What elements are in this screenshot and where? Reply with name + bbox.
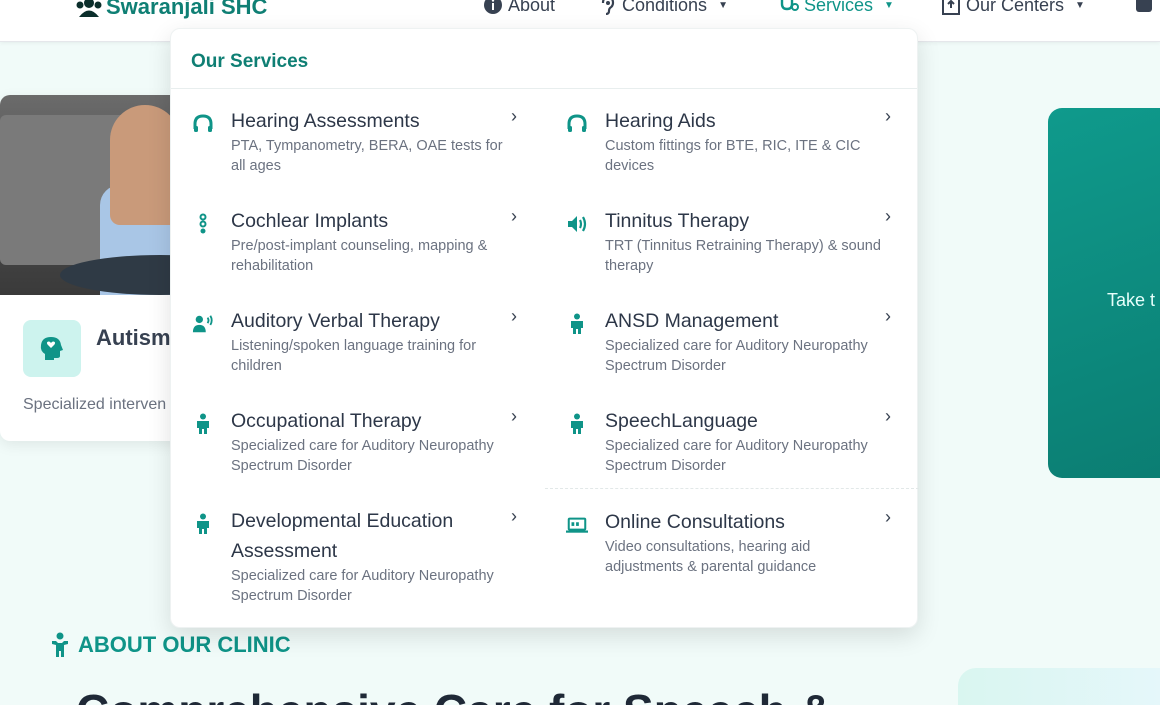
chevron-right-icon: › [885,206,891,226]
nav-about[interactable]: About [483,0,555,17]
service-title: Cochlear Implants [231,210,389,232]
promo-text: Take t [1107,290,1156,310]
nav-next-icon[interactable] [1136,0,1152,12]
service-description: Specialized care for Auditory Neuropathy… [231,438,494,474]
child-icon [565,412,589,436]
service-title: ANSD Management [605,310,779,332]
service-item-auditory-verbal-therapy[interactable]: Auditory Verbal Therapy Listening/spoken… [171,306,517,386]
service-description: Pre/post-implant counseling, mapping & r… [231,238,488,274]
head-heart-icon [23,320,81,377]
card-title: Autism [96,325,171,350]
service-item-developmental-education-assessment[interactable]: Developmental Education Assessment Speci… [171,506,517,616]
service-title: SpeechLanguage [605,410,758,432]
brand-name: Swaranjali SHC [106,0,268,19]
service-item-hearing-aids[interactable]: Hearing Aids Custom fittings for BTE, RI… [545,106,891,186]
chevron-right-icon: › [885,406,891,426]
chevron-right-icon: › [885,106,891,126]
nav-services[interactable]: Services ▼ [779,0,894,17]
service-item-hearing-assessments[interactable]: Hearing Assessments PTA, Tympanometry, B… [171,106,517,186]
service-description: Specialized care for Auditory Neuropathy… [605,438,868,474]
laptop-icon [565,513,589,537]
child-icon [191,412,215,436]
service-description: Specialized care for Auditory Neuropathy… [605,338,868,374]
service-item-online-consultations[interactable]: Online Consultations Video consultations… [545,507,891,587]
user-voice-icon [191,312,215,336]
implant-icon [191,212,215,236]
users-icon [76,0,102,17]
about-section-label: ABOUT OUR CLINIC [50,632,291,658]
headphones-icon [565,112,589,136]
chevron-down-icon: ▼ [884,0,894,11]
child-icon [191,512,215,536]
stethoscope-icon [780,0,799,11]
service-description: PTA, Tympanometry, BERA, OAE tests for a… [231,138,503,174]
service-title: Hearing Aids [605,110,716,132]
info-circle-icon [484,0,502,14]
nav-conditions[interactable]: Conditions ▼ [597,0,728,17]
chevron-right-icon: › [511,406,517,426]
services-dropdown: Our Services Hearing Assessments PTA, Ty… [170,28,919,628]
card-description: Specialized interven [23,396,167,413]
service-item-ansd-management[interactable]: ANSD Management Specialized care for Aud… [545,306,891,386]
chevron-right-icon: › [885,306,891,326]
service-title: Auditory Verbal Therapy [231,310,440,332]
service-description: Video consultations, hearing aid adjustm… [605,539,817,575]
volume-icon [565,212,589,236]
ear-icon [601,0,615,15]
service-title: Occupational Therapy [231,410,422,432]
chevron-right-icon: › [511,306,517,326]
service-description: Listening/spoken language training for c… [231,338,477,374]
service-title: Online Consultations [605,511,785,533]
chevron-right-icon: › [511,106,517,126]
service-title: Tinnitus Therapy [605,210,750,232]
headphones-icon [191,112,215,136]
chevron-right-icon: › [885,507,891,527]
nav-our-centers[interactable]: Our Centers ▼ [941,0,1085,17]
brand-logo[interactable]: Swaranjali SHC [76,0,267,22]
about-headline: Comprehensive Care for Speech & [76,684,833,705]
nav-conditions-label: Conditions [622,0,708,15]
nav-about-label: About [508,0,556,15]
decorative-box [958,668,1160,705]
divider [545,488,919,489]
service-item-cochlear-implants[interactable]: Cochlear Implants Pre/post-implant couns… [171,206,517,286]
dropdown-header: Our Services [171,29,917,89]
service-title: Developmental Education Assessment [231,510,454,562]
about-label-text: ABOUT OUR CLINIC [78,632,291,657]
building-icon [942,0,960,15]
service-item-speechlanguage[interactable]: SpeechLanguage Specialized care for Audi… [545,406,891,486]
promo-card[interactable]: Take t [1048,108,1160,478]
nav-our-centers-label: Our Centers [966,0,1065,15]
service-description: Specialized care for Auditory Neuropathy… [231,568,494,604]
service-description: Custom fittings for BTE, RIC, ITE & CIC … [605,138,861,174]
chevron-down-icon: ▼ [1075,0,1085,11]
service-item-occupational-therapy[interactable]: Occupational Therapy Specialized care fo… [171,406,517,486]
service-title: Hearing Assessments [231,110,420,132]
child-icon [52,632,68,657]
chevron-right-icon: › [511,506,517,526]
chevron-down-icon: ▼ [718,0,728,11]
chevron-right-icon: › [511,206,517,226]
nav-services-label: Services [804,0,874,15]
service-description: TRT (Tinnitus Retraining Therapy) & soun… [605,238,881,274]
child-icon [565,312,589,336]
service-item-tinnitus-therapy[interactable]: Tinnitus Therapy TRT (Tinnitus Retrainin… [545,206,891,286]
